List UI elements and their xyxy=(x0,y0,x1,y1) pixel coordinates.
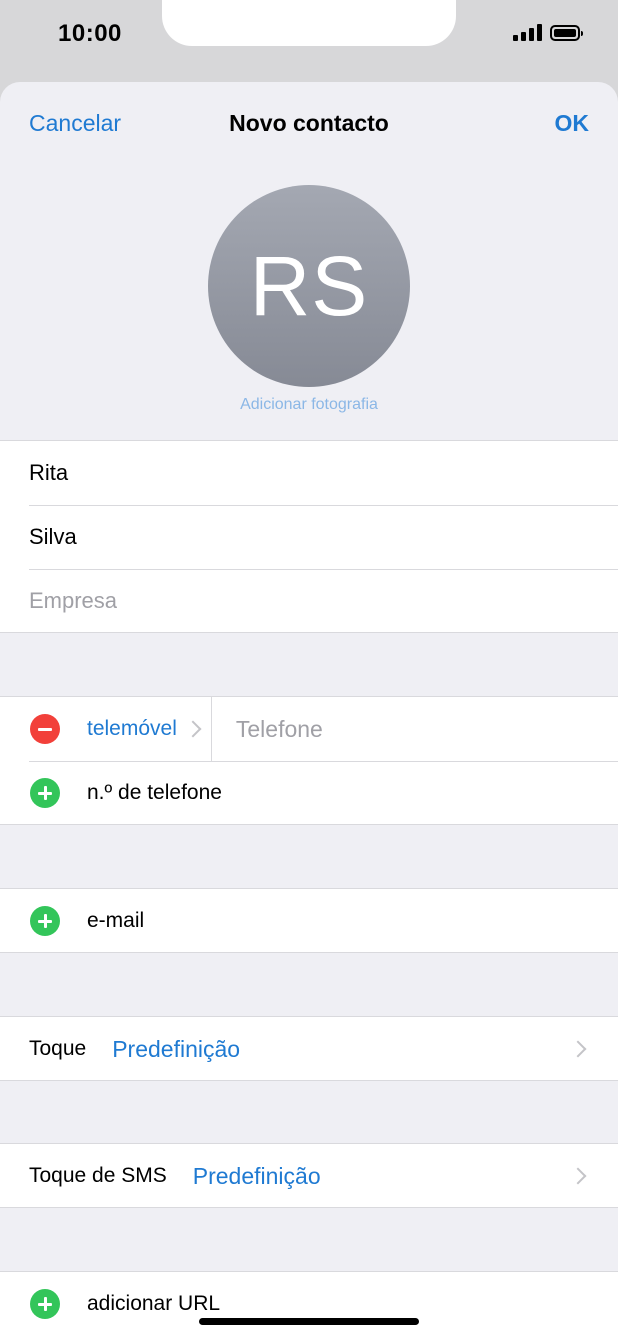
add-phone-label: n.º de telefone xyxy=(87,781,222,804)
sms-tone-value: Predefinição xyxy=(192,1162,321,1189)
nav-bar: Cancelar Novo contacto OK xyxy=(0,82,618,164)
ringtone-row[interactable]: Toque Predefinição xyxy=(0,1017,618,1081)
cancel-button[interactable]: Cancelar xyxy=(29,110,121,137)
chevron-right-icon xyxy=(569,1167,587,1185)
last-name-row[interactable]: Silva xyxy=(0,505,618,569)
phone-type-label[interactable]: telemóvel xyxy=(87,717,177,741)
company-field[interactable]: Empresa xyxy=(29,588,117,614)
company-row[interactable]: Empresa xyxy=(0,569,618,633)
signal-icon xyxy=(513,24,542,41)
ringtone-label: Toque xyxy=(29,1037,87,1060)
avatar[interactable]: RS xyxy=(208,185,410,387)
phone-group: telemóvel Telefone n.º de telefone xyxy=(0,696,618,825)
add-icon[interactable] xyxy=(30,778,60,808)
last-name-field[interactable]: Silva xyxy=(29,524,77,550)
home-indicator[interactable] xyxy=(199,1318,419,1325)
sms-tone-row[interactable]: Toque de SMS Predefinição xyxy=(0,1144,618,1208)
add-url-label: adicionar URL xyxy=(87,1292,221,1315)
add-photo-button[interactable]: Adicionar fotografia xyxy=(0,396,618,414)
phone-entry-row: telemóvel Telefone xyxy=(0,697,618,761)
sms-tone-group: Toque de SMS Predefinição xyxy=(0,1143,618,1208)
phone-input[interactable]: Telefone xyxy=(236,716,323,743)
new-contact-sheet: Cancelar Novo contacto OK RS Adicionar f… xyxy=(0,82,618,1338)
add-email-row[interactable]: e-mail xyxy=(0,889,618,953)
add-icon[interactable] xyxy=(30,906,60,936)
add-icon[interactable] xyxy=(30,1289,60,1319)
notch xyxy=(162,0,456,46)
add-email-label: e-mail xyxy=(87,909,145,932)
chevron-right-icon xyxy=(184,720,202,738)
add-url-row[interactable]: adicionar URL xyxy=(0,1272,618,1336)
first-name-field[interactable]: Rita xyxy=(29,460,68,486)
first-name-row[interactable]: Rita xyxy=(0,441,618,505)
email-group: e-mail xyxy=(0,888,618,953)
ringtone-group: Toque Predefinição xyxy=(0,1016,618,1081)
remove-icon[interactable] xyxy=(30,714,60,744)
chevron-right-icon xyxy=(569,1040,587,1058)
name-group: Rita Silva Empresa xyxy=(0,440,618,633)
ok-button[interactable]: OK xyxy=(555,110,590,137)
status-icons xyxy=(513,24,583,41)
sms-tone-label: Toque de SMS xyxy=(29,1164,167,1187)
url-group: adicionar URL xyxy=(0,1271,618,1338)
ringtone-value: Predefinição xyxy=(112,1035,241,1062)
status-time: 10:00 xyxy=(58,20,122,47)
add-phone-row[interactable]: n.º de telefone xyxy=(0,761,618,825)
divider xyxy=(210,697,212,761)
avatar-initials: RS xyxy=(249,238,369,333)
battery-icon xyxy=(550,24,583,41)
